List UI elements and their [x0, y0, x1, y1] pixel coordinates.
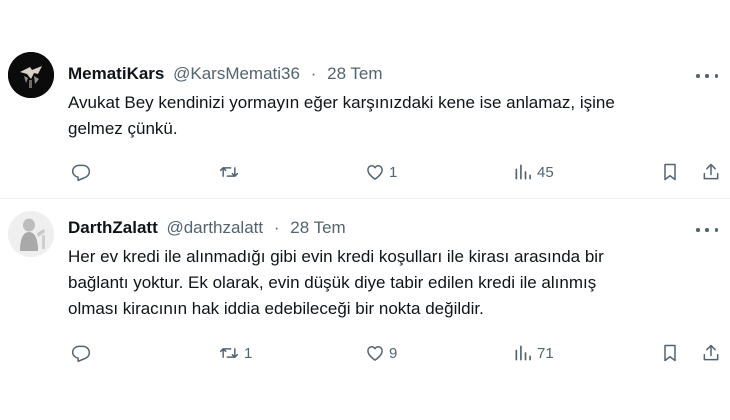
views-count: 71: [537, 344, 554, 362]
share-icon: [703, 344, 719, 361]
author-handle[interactable]: @darthzalatt: [166, 218, 263, 237]
reply-button[interactable]: [71, 341, 91, 365]
retweet-button[interactable]: [218, 160, 240, 184]
bookmark-button[interactable]: [661, 341, 679, 365]
views-icon: [515, 164, 531, 180]
like-button[interactable]: 9: [365, 341, 397, 365]
tweet-text: Her ev kredi ile alınmadığı gibi evin kr…: [68, 244, 708, 322]
more-icon[interactable]: [696, 66, 718, 86]
tweet-header: DarthZalatt @darthzalatt · 28 Tem: [68, 218, 346, 238]
like-button[interactable]: 1: [365, 160, 397, 184]
share-icon: [703, 163, 719, 180]
bookmark-button[interactable]: [661, 160, 679, 184]
avatar[interactable]: [8, 211, 54, 257]
retweet-icon: [219, 167, 239, 177]
tweet-text-line: olması kiracının hak iddia edebileceği b…: [68, 299, 484, 318]
tweet-date[interactable]: 28 Tem: [290, 218, 345, 237]
retweet-icon: [219, 348, 239, 358]
like-count: 9: [389, 344, 398, 362]
tweet-actions: 1 45: [0, 160, 730, 184]
reply-icon: [71, 345, 91, 363]
views-icon: [515, 345, 531, 361]
separator-dot: ·: [273, 218, 280, 237]
author-name[interactable]: DarthZalatt: [68, 218, 158, 237]
views-button[interactable]: 71: [513, 341, 554, 365]
tweet-text: Avukat Bey kendinizi yormayın eğer karşı…: [68, 90, 708, 142]
separator-dot: ·: [310, 64, 317, 83]
tweet-text-line: gelmez çünkü.: [68, 119, 178, 138]
like-icon: [367, 165, 383, 180]
tweet-text-line: bağlantı yoktur. Ek olarak, evin düşük d…: [68, 273, 597, 292]
views-button[interactable]: 45: [513, 160, 554, 184]
tweet-actions: 1 9 71: [0, 341, 730, 365]
tweet-header: MematiKars @KarsMemati36 · 28 Tem: [68, 64, 383, 84]
bookmark-icon: [664, 163, 676, 181]
avatar[interactable]: [8, 52, 54, 98]
retweet-count: 1: [244, 344, 253, 362]
like-icon: [367, 346, 383, 361]
retweet-button[interactable]: 1: [218, 341, 252, 365]
tweet[interactable]: DarthZalatt @darthzalatt · 28 Tem Her ev…: [0, 199, 730, 420]
views-count: 45: [537, 163, 554, 181]
reply-icon: [71, 164, 91, 182]
author-name[interactable]: MematiKars: [68, 64, 164, 83]
tweet-date[interactable]: 28 Tem: [327, 64, 382, 83]
tweet[interactable]: MematiKars @KarsMemati36 · 28 Tem Avukat…: [0, 0, 730, 199]
tweet-text-line: Avukat Bey kendinizi yormayın eğer karşı…: [68, 93, 615, 112]
more-icon[interactable]: [696, 220, 718, 240]
author-handle[interactable]: @KarsMemati36: [173, 64, 300, 83]
tweet-text-line: Her ev kredi ile alınmadığı gibi evin kr…: [68, 247, 604, 266]
reply-button[interactable]: [71, 160, 91, 184]
bookmark-icon: [664, 344, 676, 362]
share-button[interactable]: [701, 341, 721, 365]
like-count: 1: [389, 163, 398, 181]
share-button[interactable]: [701, 160, 721, 184]
